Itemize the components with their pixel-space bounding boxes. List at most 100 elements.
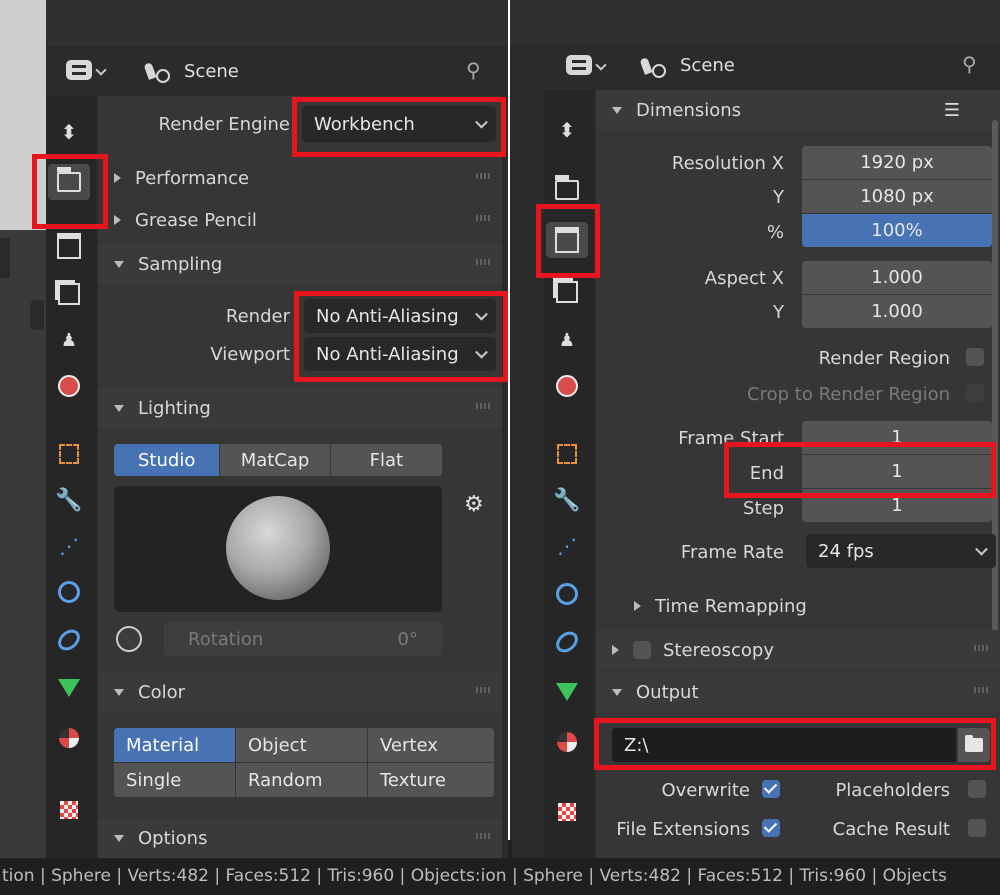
editor-type-icon[interactable]	[66, 58, 110, 84]
physics-tab-icon-right[interactable]	[546, 576, 588, 612]
aspect-x-field[interactable]: 1.000	[802, 261, 992, 294]
sampling-panel-header[interactable]: Sampling	[98, 244, 502, 284]
particles-tab-icon-right[interactable]: ⋰	[546, 528, 588, 564]
color-material-option[interactable]: Material	[114, 728, 235, 762]
render-region-checkbox[interactable]	[966, 348, 984, 366]
sampling-render-label: Render	[225, 306, 290, 327]
stereoscopy-label: Stereoscopy	[663, 639, 775, 661]
color-texture-option[interactable]: Texture	[368, 763, 494, 797]
stereoscopy-checkbox[interactable]	[633, 641, 651, 659]
time-remapping-subpanel-header[interactable]: Time Remapping	[596, 586, 992, 626]
performance-label: Performance	[135, 167, 250, 189]
frame-rate-value: 24 fps	[818, 540, 874, 562]
texture-tab-icon-right[interactable]	[546, 794, 588, 830]
color-vertex-option[interactable]: Vertex	[368, 728, 494, 762]
render-tab-icon-right[interactable]	[546, 172, 588, 208]
performance-panel-header[interactable]: Performance	[98, 158, 502, 198]
resolution-percent-label: %	[766, 222, 784, 243]
frame-rate-dropdown[interactable]: 24 fps	[806, 534, 996, 568]
data-tab-icon[interactable]	[48, 670, 90, 706]
top-strip	[46, 0, 508, 46]
properties-content: Render Engine Workbench Performance Grea…	[98, 96, 502, 858]
color-single-option[interactable]: Single	[114, 763, 235, 797]
pin-icon-right[interactable]: ⚲	[962, 52, 977, 76]
options-label: Options	[138, 827, 208, 849]
rotation-label: Rotation	[188, 628, 264, 650]
time-remapping-label: Time Remapping	[655, 595, 807, 617]
data-tab-icon-right[interactable]	[546, 674, 588, 710]
view-layer-tab-icon[interactable]	[48, 276, 90, 312]
color-object-option[interactable]: Object	[236, 728, 367, 762]
lighting-flat-button[interactable]: Flat	[330, 444, 442, 476]
file-extensions-checkbox[interactable]	[762, 819, 780, 837]
context-label: Scene	[184, 61, 239, 82]
color-type-grid: Material Object Vertex Single Random Tex…	[114, 728, 494, 800]
dimensions-panel-header[interactable]: Dimensions ☰	[596, 90, 1000, 130]
constraints-tab-icon[interactable]	[48, 622, 90, 658]
modifier-tab-icon[interactable]: 🔧	[48, 482, 90, 518]
world-tab-icon[interactable]	[48, 368, 90, 404]
resolution-y-value: 1080 px	[860, 186, 934, 207]
view-layer-tab-icon-right[interactable]	[546, 274, 588, 310]
frame-step-value: 1	[891, 495, 903, 516]
highlight-sampling	[294, 291, 508, 382]
status-bar: tion | Sphere | Verts:482 | Faces:512 | …	[0, 858, 1000, 895]
stereoscopy-panel-header[interactable]: Stereoscopy	[596, 630, 1000, 670]
resolution-x-label: Resolution X	[671, 153, 784, 174]
options-panel-header[interactable]: Options	[98, 818, 502, 858]
cache-result-label: Cache Result	[832, 819, 950, 840]
aspect-x-label: Aspect X	[704, 268, 784, 289]
resolution-percent-slider[interactable]: 100%	[802, 214, 992, 247]
material-tab-icon[interactable]	[48, 720, 90, 756]
resolution-x-value: 1920 px	[860, 152, 934, 173]
material-tab-icon-right[interactable]	[546, 724, 588, 760]
grease-pencil-label: Grease Pencil	[135, 209, 257, 231]
color-panel-header[interactable]: Color	[98, 672, 502, 712]
aspect-y-label: Y	[773, 302, 784, 323]
editor-type-icon-right[interactable]	[566, 53, 610, 79]
lighting-matcap-button[interactable]: MatCap	[220, 444, 331, 476]
tool-tab-icon[interactable]: ⬍	[48, 114, 90, 150]
texture-tab-icon[interactable]	[48, 792, 90, 828]
resolution-percent-value: 100%	[871, 220, 923, 241]
output-panel-header[interactable]: Output	[596, 672, 1000, 712]
grease-pencil-panel-header[interactable]: Grease Pencil	[98, 200, 502, 240]
cache-result-checkbox[interactable]	[968, 819, 986, 837]
object-tab-icon-right[interactable]	[546, 436, 588, 472]
lighting-panel-header[interactable]: Lighting	[98, 388, 502, 428]
lighting-studio-button[interactable]: Studio	[114, 444, 221, 476]
tool-tab-icon-right[interactable]: ⬍	[546, 112, 588, 148]
scene-tab-icon[interactable]: ♟	[48, 322, 90, 358]
scrollbar[interactable]	[992, 120, 998, 660]
color-random-option[interactable]: Random	[236, 763, 367, 797]
aspect-y-value: 1.000	[871, 301, 923, 322]
dimensions-label: Dimensions	[636, 99, 742, 121]
particles-tab-icon[interactable]: ⋰	[48, 528, 90, 564]
placeholders-checkbox[interactable]	[968, 780, 986, 798]
resolution-x-field[interactable]: 1920 px	[802, 146, 992, 179]
highlight-output-tab	[536, 204, 600, 278]
object-tab-icon[interactable]	[48, 436, 90, 472]
world-space-lighting-icon[interactable]	[116, 626, 142, 652]
rotation-field[interactable]: Rotation 0°	[164, 622, 442, 656]
output-tab-icon[interactable]	[48, 228, 90, 264]
aspect-y-field[interactable]: 1.000	[802, 295, 992, 328]
constraints-tab-icon-right[interactable]	[546, 624, 588, 660]
overwrite-checkbox[interactable]	[762, 780, 780, 798]
scene-tab-icon-right[interactable]: ♟	[546, 322, 588, 358]
studio-light-preview[interactable]	[114, 486, 442, 612]
context-label-right: Scene	[680, 55, 735, 76]
physics-tab-icon[interactable]	[48, 574, 90, 610]
resolution-y-field[interactable]: 1080 px	[802, 180, 992, 213]
modifier-tab-icon-right[interactable]: 🔧	[546, 482, 588, 518]
preferences-gear-icon[interactable]: ⚙	[464, 492, 484, 517]
highlight-frame-end	[724, 442, 996, 498]
presets-list-icon[interactable]: ☰	[944, 100, 960, 121]
pin-icon[interactable]: ⚲	[466, 58, 488, 82]
world-tab-icon-right[interactable]	[546, 368, 588, 404]
lighting-mode-selector: Studio MatCap Flat	[114, 444, 442, 476]
output-label: Output	[636, 681, 699, 703]
crop-render-region-checkbox[interactable]	[966, 384, 984, 402]
frame-rate-label: Frame Rate	[680, 542, 784, 563]
frame-step-label: Step	[743, 498, 784, 519]
